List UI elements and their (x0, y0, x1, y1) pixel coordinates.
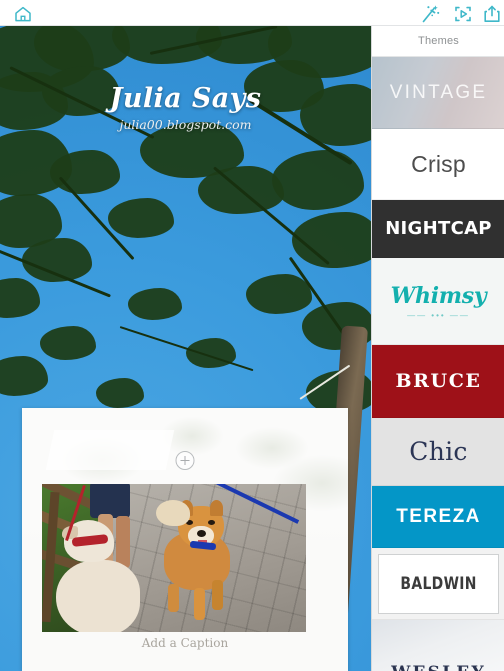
photo-card[interactable]: Add a Caption (22, 408, 348, 671)
top-toolbar (0, 0, 504, 26)
toolbar-divider (0, 25, 504, 26)
theme-swatch-chic[interactable]: Chic (372, 418, 504, 486)
theme-label: TEREZA (396, 505, 481, 527)
home-icon (15, 6, 31, 22)
magic-wand-icon (422, 5, 440, 23)
dog-shiba-eye-right (208, 520, 215, 525)
person-leg-right (116, 516, 130, 568)
play-frame-icon (455, 6, 471, 22)
share-button[interactable] (481, 3, 503, 25)
theme-swatch-tereza[interactable]: TEREZA (372, 486, 504, 548)
blog-canvas[interactable]: Julia Says julia00.blogspot.com Add a Ca… (0, 26, 371, 671)
theme-swatch-nightcap[interactable]: NIGHTCAP (372, 200, 504, 258)
dog-shiba-nose (197, 530, 206, 537)
theme-swatch-crisp[interactable]: Crisp (372, 129, 504, 200)
add-photo-button[interactable] (175, 451, 195, 470)
share-upload-icon (484, 5, 500, 22)
theme-label: VINTAGE (389, 81, 488, 103)
theme-label: BALDWIN (400, 573, 477, 594)
theme-swatch-baldwin[interactable]: BALDWIN (372, 548, 504, 620)
blog-header: Julia Says julia00.blogspot.com (0, 84, 371, 132)
dog-shiba-leg-2 (194, 588, 205, 620)
theme-label: NIGHTCAP (385, 218, 492, 239)
theme-label: Crisp (411, 150, 466, 177)
dog-shiba-tail (156, 500, 190, 526)
home-button[interactable] (13, 4, 33, 24)
person-shorts (90, 484, 130, 518)
dog-shiba-leg-3 (212, 580, 223, 610)
themes-sidebar: Themes VINTAGE Crisp NIGHTCAP Whimsy —— ••• … (371, 26, 504, 671)
caption-placeholder[interactable]: Add a Caption (22, 636, 348, 650)
theme-swatch-frame: BALDWIN (378, 553, 499, 614)
dog-shiba-ear-right (210, 500, 223, 516)
dog-white-body (56, 560, 140, 632)
theme-label: WESLEY (391, 663, 486, 671)
dog-shiba-leg-1 (168, 584, 179, 612)
themes-list[interactable]: VINTAGE Crisp NIGHTCAP Whimsy —— ••• —— BRUCE… (372, 57, 504, 671)
page-title: Julia Says (109, 83, 262, 114)
card-photo[interactable] (42, 484, 306, 632)
theme-swatch-vintage[interactable]: VINTAGE (372, 57, 504, 129)
card-ghost-shape (45, 430, 175, 470)
theme-label: BRUCE (395, 370, 482, 392)
theme-decoration: —— ••• —— (407, 310, 470, 320)
blog-url: julia00.blogspot.com (119, 116, 252, 132)
magic-wand-button[interactable] (419, 3, 441, 25)
theme-swatch-whimsy[interactable]: Whimsy —— ••• —— (372, 258, 504, 345)
theme-swatch-bruce[interactable]: BRUCE (372, 345, 504, 418)
slideshow-button[interactable] (452, 3, 474, 25)
app-root: Julia Says julia00.blogspot.com Add a Ca… (0, 0, 504, 671)
theme-swatch-wesley[interactable]: WESLEY (372, 620, 504, 671)
theme-label: Whimsy (390, 282, 487, 309)
theme-label: Chic (409, 437, 468, 466)
themes-header: Themes (372, 26, 504, 57)
